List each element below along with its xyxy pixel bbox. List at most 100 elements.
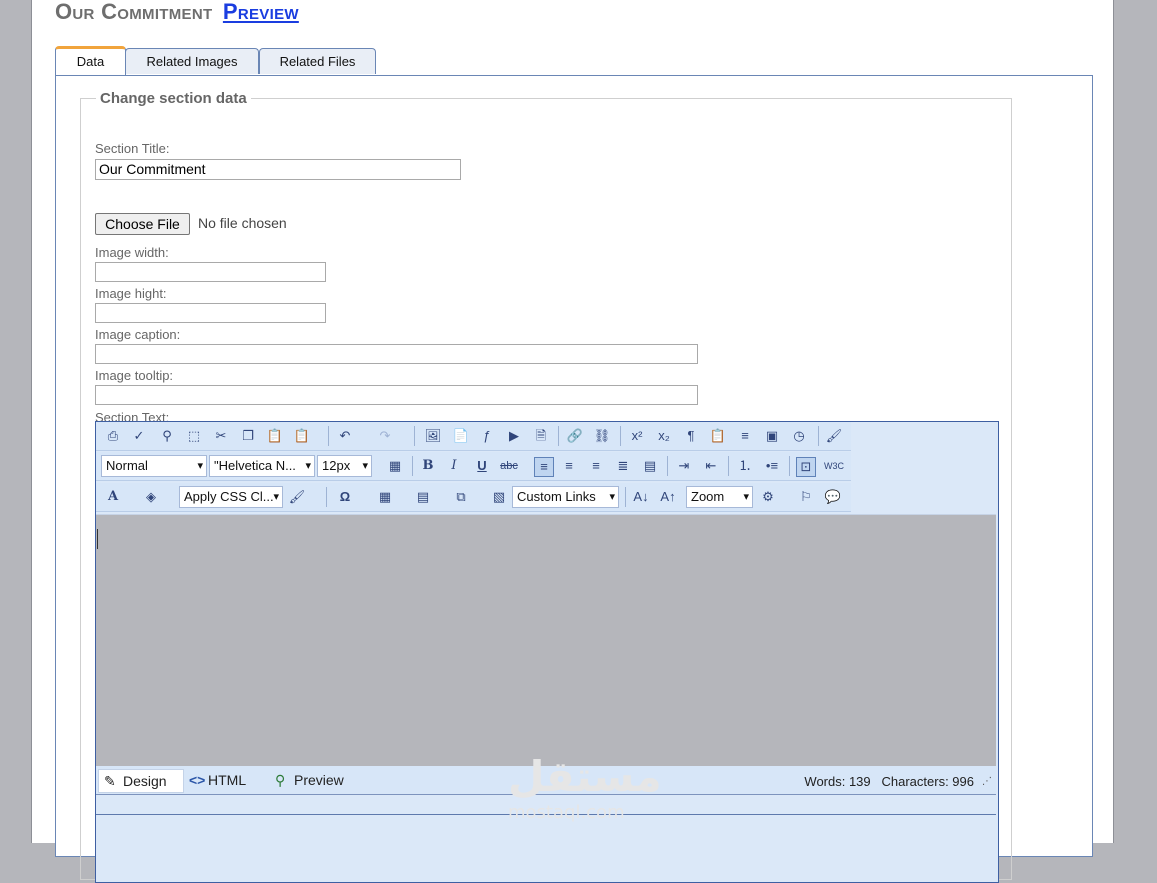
fore-color-icon[interactable]: A <box>104 488 122 506</box>
word-count: Words: 139 <box>804 774 871 789</box>
separator <box>412 456 413 476</box>
toolbar-row-1: ⎙ ✓ ⚲ ⬚ ✂ ❐ 📋 📋 ↶ ↷ 🖼 📄 ƒ ▶ 🗎 🔗 ⛓ x² x₂ … <box>96 422 851 451</box>
paragraph-icon[interactable]: ¶ <box>682 427 700 445</box>
clock-icon[interactable]: ◷ <box>790 427 808 445</box>
align-right-icon[interactable]: ≡ <box>587 457 605 475</box>
align-left-icon[interactable]: ≡ <box>534 457 554 477</box>
watermark-logo: مستقل <box>508 752 662 801</box>
magnifier-icon: ⚲ <box>275 772 286 788</box>
section-title-label: Section Title: <box>95 141 170 156</box>
separator <box>620 426 621 446</box>
justify-icon[interactable]: ≣ <box>614 457 632 475</box>
text-caret <box>97 529 98 549</box>
toolbar-row-3: A ◈ Apply CSS Cl... 🖌 Ω ▦ ▤ ⧉ ▧ Custom L… <box>96 483 851 512</box>
css-class-select[interactable]: Apply CSS Cl... <box>179 486 283 508</box>
zoom-select[interactable]: Zoom <box>686 486 753 508</box>
image-tooltip-input[interactable] <box>95 385 698 405</box>
convert-to-lower-icon[interactable]: A↓ <box>632 488 650 506</box>
resize-grip-icon[interactable]: ⋰ <box>982 776 992 787</box>
about-dialog-icon[interactable]: 💬 <box>824 488 842 506</box>
toggle-borders-icon[interactable]: ⊡ <box>796 457 816 477</box>
font-name-select[interactable]: "Helvetica N... <box>209 455 315 477</box>
indent-icon[interactable]: ⇥ <box>675 457 693 475</box>
convert-to-upper-icon[interactable]: A↑ <box>659 488 677 506</box>
remove-link-icon[interactable]: ⛓ <box>593 427 611 445</box>
select-all-icon[interactable]: ⬚ <box>185 427 203 445</box>
image-manager-icon[interactable]: 🖼 <box>424 427 442 445</box>
bulleted-list-icon[interactable]: •≡ <box>763 457 781 475</box>
print-icon[interactable]: ⎙ <box>104 427 122 445</box>
template-manager-icon[interactable]: 🗎 <box>532 427 550 445</box>
paste-icon[interactable]: 📋 <box>266 427 284 445</box>
undo-icon[interactable]: ↶ <box>336 427 354 445</box>
toolbar-row-2: Normal "Helvetica N... 12px ▦ B I U abc … <box>96 452 851 481</box>
numbered-list-icon[interactable]: ⒈ <box>736 457 754 475</box>
insert-symbol-icon[interactable]: ▤ <box>414 488 432 506</box>
horizontal-rule-icon[interactable]: ≡ <box>736 427 754 445</box>
flash-manager-icon[interactable]: ƒ <box>478 427 496 445</box>
separator <box>728 456 729 476</box>
italic-icon[interactable]: I <box>445 457 463 475</box>
align-center-icon[interactable]: ≡ <box>560 457 578 475</box>
subscript-icon[interactable]: x₂ <box>655 427 673 445</box>
image-hight-input[interactable] <box>95 303 326 323</box>
tab-related-images[interactable]: Related Images <box>125 48 259 74</box>
module-manager-icon[interactable]: ⚙ <box>759 488 777 506</box>
copy-icon[interactable]: ❐ <box>239 427 257 445</box>
separator <box>625 487 626 507</box>
insert-table-icon[interactable]: ▦ <box>376 488 394 506</box>
hyperlink-icon[interactable]: 🔗 <box>566 427 584 445</box>
separator <box>414 426 415 446</box>
preview-mode-button[interactable]: ⚲ Preview <box>270 769 344 791</box>
bold-icon[interactable]: B <box>419 457 437 475</box>
fieldset-legend: Change section data <box>96 90 251 107</box>
spellcheck-icon[interactable]: ✓ <box>130 427 148 445</box>
superscript-icon[interactable]: x² <box>628 427 646 445</box>
editor-content-area[interactable] <box>96 514 996 767</box>
image-width-input[interactable] <box>95 262 326 282</box>
outdent-icon[interactable]: ⇤ <box>702 457 720 475</box>
document-manager-icon[interactable]: 📄 <box>452 427 470 445</box>
find-icon[interactable]: ⚲ <box>158 427 176 445</box>
image-caption-input[interactable] <box>95 344 698 364</box>
image-map-icon[interactable]: ▦ <box>386 457 404 475</box>
redo-icon[interactable]: ↷ <box>376 427 394 445</box>
html-mode-button[interactable]: <> HTML <box>184 769 246 791</box>
design-mode-button[interactable]: ✎ Design <box>98 769 184 793</box>
separator <box>326 487 327 507</box>
separator <box>558 426 559 446</box>
choose-file-button[interactable]: Choose File <box>95 213 190 235</box>
font-size-select[interactable]: 12px <box>317 455 372 477</box>
strikethrough-icon[interactable]: abc <box>500 457 518 475</box>
tab-data[interactable]: Data <box>55 46 126 75</box>
page-title: Our Commitment Preview <box>55 0 299 24</box>
section-title-input[interactable]: Our Commitment <box>95 159 461 180</box>
special-characters-icon[interactable]: Ω <box>336 488 354 506</box>
format-stripper-icon[interactable]: 🖌 <box>825 427 843 445</box>
watermark-text: mostaql.com <box>508 802 625 823</box>
underline-icon[interactable]: U <box>473 457 491 475</box>
image-tooltip-label: Image tooltip: <box>95 368 174 383</box>
clipboard-icon[interactable]: 📋 <box>709 427 727 445</box>
paste-options-icon[interactable]: 📋 <box>293 427 311 445</box>
page-title-text: Our Commitment <box>55 0 213 24</box>
preview-mode-label: Preview <box>294 772 344 788</box>
xhtml-validator-icon[interactable]: W3C <box>824 457 844 475</box>
paragraph-style-select[interactable]: Normal <box>101 455 207 477</box>
cut-icon[interactable]: ✂ <box>212 427 230 445</box>
back-color-icon[interactable]: ◈ <box>142 488 160 506</box>
snippet-icon[interactable]: ▣ <box>763 427 781 445</box>
tab-related-files[interactable]: Related Files <box>259 48 376 74</box>
preview-link[interactable]: Preview <box>223 0 299 24</box>
word-character-counter: Words: 139 Characters: 996 <box>804 774 974 789</box>
remove-alignment-icon[interactable]: ▤ <box>641 457 659 475</box>
image-hight-label: Image hight: <box>95 286 167 301</box>
no-file-text: No file chosen <box>198 215 287 231</box>
format-painter-icon[interactable]: 🖌 <box>288 488 306 506</box>
media-manager-icon[interactable]: ▶ <box>505 427 523 445</box>
custom-links-select[interactable]: Custom Links <box>512 486 619 508</box>
track-changes-icon[interactable]: ⚐ <box>797 488 815 506</box>
insert-form-element-icon[interactable]: ⧉ <box>452 488 470 506</box>
separator <box>818 426 819 446</box>
insert-image-icon[interactable]: ▧ <box>490 488 508 506</box>
